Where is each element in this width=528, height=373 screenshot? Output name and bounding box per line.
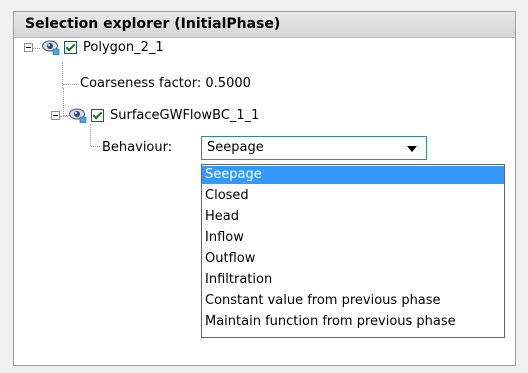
behaviour-label: Behaviour:	[102, 140, 173, 155]
dropdown-option-closed[interactable]: Closed	[202, 187, 504, 205]
tree-line-coarseness	[63, 84, 79, 85]
selection-explorer-panel: Selection explorer (InitialPhase) Polygo…	[13, 11, 516, 366]
tree-line-behaviour	[90, 124, 91, 146]
tree-line-child-h	[60, 116, 68, 117]
tree-line-root-h	[33, 48, 40, 49]
polygon-checkbox[interactable]	[64, 41, 77, 54]
behaviour-select-value: Seepage	[207, 140, 264, 155]
visibility-eye-icon[interactable]	[42, 39, 60, 55]
tree-item-polygon-label[interactable]: Polygon_2_1	[83, 40, 164, 56]
dropdown-option-infiltration[interactable]: Infiltration	[202, 271, 504, 289]
dropdown-option-outflow[interactable]: Outflow	[202, 250, 504, 268]
collapse-root-icon[interactable]	[24, 43, 33, 52]
dropdown-option-constant-value[interactable]: Constant value from previous phase	[202, 292, 504, 310]
dropdown-option-seepage[interactable]: Seepage	[202, 166, 504, 184]
collapse-child-icon[interactable]	[51, 111, 60, 120]
tree-line-child-branch	[63, 88, 64, 116]
surface-bc-checkbox[interactable]	[91, 109, 104, 122]
dropdown-option-head[interactable]: Head	[202, 208, 504, 226]
coarseness-factor-label: Coarseness factor: 0.5000	[80, 76, 251, 91]
tree-item-surface-bc-label[interactable]: SurfaceGWFlowBC_1_1	[110, 108, 259, 124]
visibility-eye-icon[interactable]	[69, 107, 87, 123]
panel-title: Selection explorer (InitialPhase)	[14, 12, 515, 38]
dropdown-option-maintain-function[interactable]: Maintain function from previous phase	[202, 313, 504, 331]
behaviour-select[interactable]: Seepage	[201, 136, 427, 160]
behaviour-dropdown-list: Seepage Closed Head Inflow Outflow Infil…	[201, 164, 505, 338]
tree-line-behaviour-h	[91, 146, 100, 147]
chevron-down-icon[interactable]	[407, 146, 417, 152]
dropdown-option-inflow[interactable]: Inflow	[202, 229, 504, 247]
